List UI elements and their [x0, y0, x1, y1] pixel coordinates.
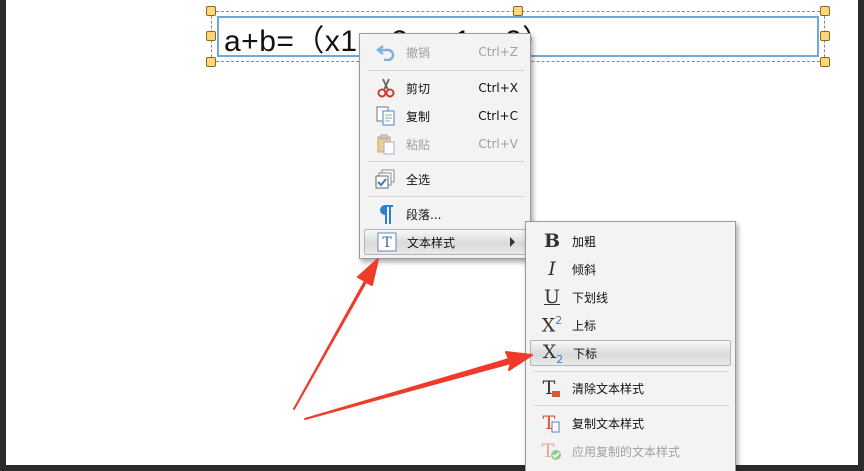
annotation-arrow-to-subscript	[304, 351, 533, 420]
annotation-arrows	[293, 258, 533, 420]
annotation-arrow-to-text-style	[293, 258, 379, 410]
